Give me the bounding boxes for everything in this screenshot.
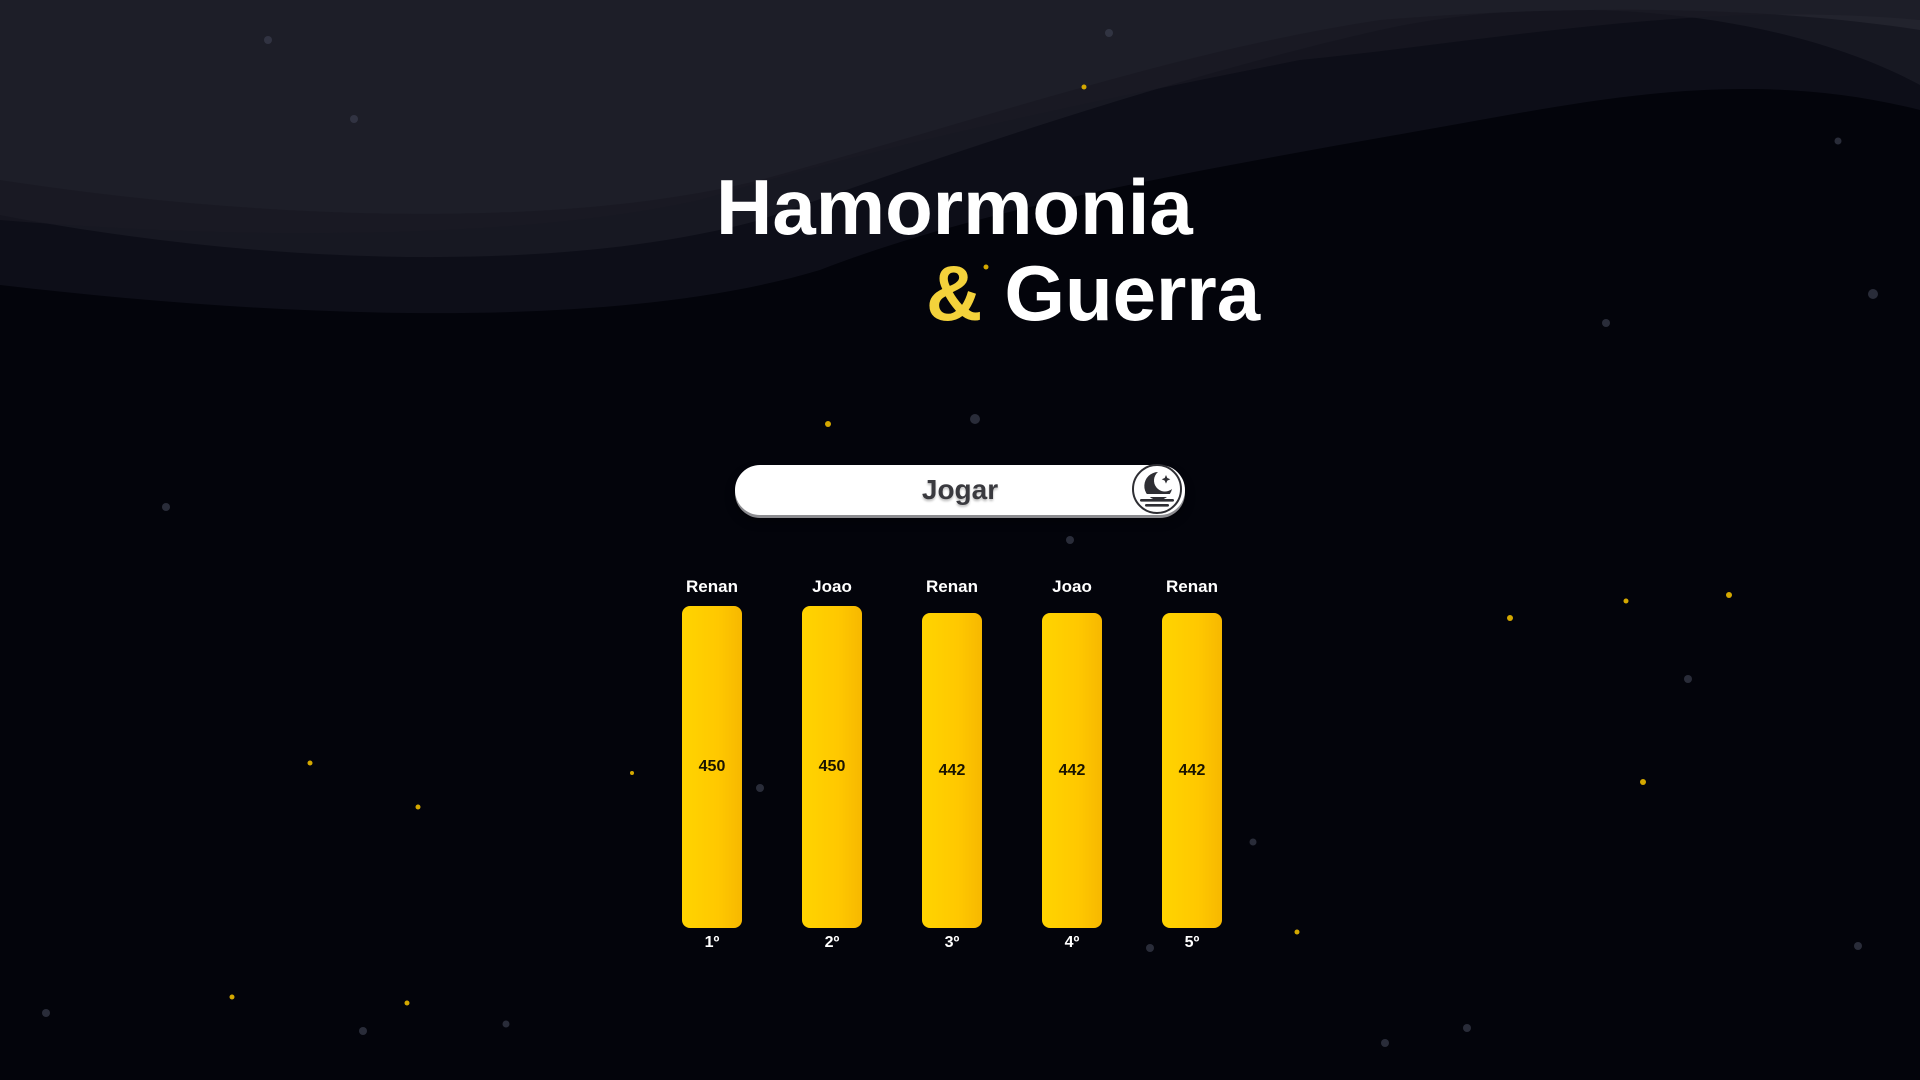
player-score: 450 xyxy=(818,758,846,775)
player-name: Joao xyxy=(1052,577,1092,596)
game-screen: Hamormonia & Guerra Jogar Renan 450 1º Jo… xyxy=(0,0,1920,1080)
rank-position: 2º xyxy=(824,934,840,951)
player-score: 442 xyxy=(938,761,966,779)
rank-position: 4º xyxy=(1064,934,1080,951)
score-bar: 450 xyxy=(682,606,742,928)
ranking-board: Renan 450 1º Joao 450 2º Renan 442 3º Jo… xyxy=(0,0,1920,1080)
score-bar: 442 xyxy=(1162,613,1222,928)
score-bar: 442 xyxy=(922,613,982,928)
score-bar: 442 xyxy=(1042,613,1102,928)
rank-position: 5º xyxy=(1184,934,1200,951)
player-score: 442 xyxy=(1058,761,1086,779)
player-name: Joao xyxy=(812,577,852,596)
player-score: 442 xyxy=(1178,761,1206,779)
player-name: Renan xyxy=(1166,577,1218,596)
score-bar: 450 xyxy=(802,606,862,928)
rank-position: 3º xyxy=(944,934,960,951)
player-name: Renan xyxy=(926,577,978,596)
player-name: Renan xyxy=(686,577,738,596)
player-score: 450 xyxy=(698,758,726,775)
rank-position: 1º xyxy=(704,934,720,951)
